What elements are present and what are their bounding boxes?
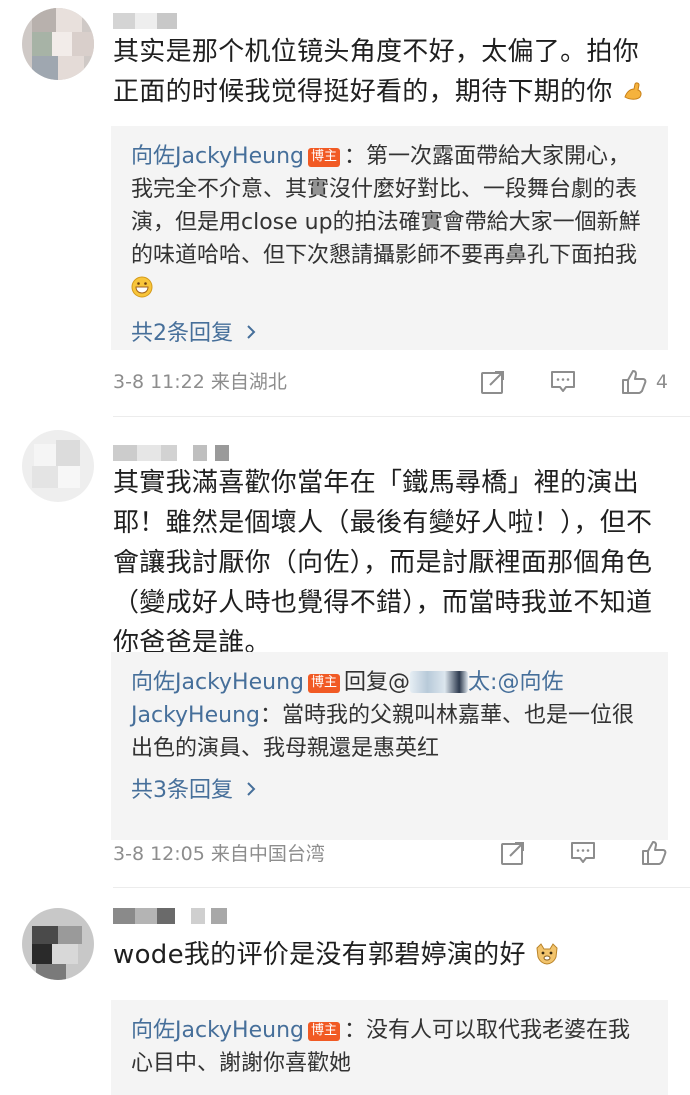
comment-text: wode我的评价是没有郭碧婷演的好 (113, 935, 663, 978)
author-badge: 博主 (307, 1022, 340, 1041)
divider (113, 416, 690, 417)
author-reply-box[interactable]: 向佐JackyHeung 博主 ：没有人可以取代我老婆在我心目中、謝謝你喜歡她 (111, 1000, 668, 1095)
view-replies-link[interactable]: 共3条回复 (131, 777, 648, 805)
comment-button[interactable] (549, 369, 577, 395)
share-icon (501, 842, 524, 865)
share-icon (480, 371, 504, 394)
comment-icon (571, 842, 595, 863)
comment-item: 其实是那个机位镜头角度不好，太偏了。拍你正面的时候我觉得挺好看的，期待下期的你 … (0, 0, 690, 410)
reply-author-link[interactable]: 向佐JackyHeung (131, 1018, 304, 1043)
mentioned-user-obscured[interactable] (410, 671, 469, 693)
like-button[interactable] (640, 839, 668, 867)
divider (113, 887, 690, 888)
comment-item: wode我的评价是没有郭碧婷演的好 向佐JackyHeung 博主 ：没有人可以取代… (0, 890, 690, 1095)
thumbs-up-icon (642, 841, 667, 865)
like-button[interactable]: 4 (620, 368, 668, 396)
comment-button[interactable] (569, 840, 597, 866)
doge-icon (534, 938, 560, 978)
comment-meta: 3-8 12:05 来自中国台湾 (113, 843, 325, 865)
view-replies-link[interactable]: 共2条回复 (131, 320, 648, 348)
chevron-right-icon (246, 777, 256, 805)
reply-text: 向佐JackyHeung 博主 ：没有人可以取代我老婆在我心目中、謝謝你喜歡她 (131, 1018, 631, 1076)
comment-actions (500, 838, 668, 868)
grinning-face-icon (131, 275, 153, 308)
author-badge: 博主 (307, 674, 340, 693)
chevron-right-icon (246, 320, 256, 348)
comment-text: 其實我滿喜歡你當年在「鐵馬尋橋」裡的演出耶！雖然是個壞人（最後有變好人啦！），但… (113, 468, 653, 658)
flexed-biceps-icon (621, 75, 645, 115)
reply-author-link[interactable]: 向佐JackyHeung (131, 670, 304, 695)
author-reply-box[interactable]: 向佐JackyHeung 博主 回复@ 太:@向佐JackyHeung：當時我的父親叫… (111, 652, 668, 840)
comment-text: 其实是那个机位镜头角度不好，太偏了。拍你正面的时候我觉得挺好看的，期待下期的你 (113, 32, 663, 115)
comment-actions: 4 (480, 367, 668, 397)
comment-icon (550, 371, 575, 392)
avatar[interactable] (22, 8, 94, 80)
share-button[interactable] (500, 840, 526, 866)
thumbs-up-icon (621, 370, 647, 394)
reply-author-link[interactable]: 向佐JackyHeung (131, 144, 304, 169)
comment-item: 其實我滿喜歡你當年在「鐵馬尋橋」裡的演出耶！雖然是個壞人（最後有變好人啦！），但… (0, 420, 690, 890)
like-count: 4 (655, 371, 668, 393)
comment-meta: 3-8 11:22 来自湖北 (113, 371, 287, 393)
avatar[interactable] (22, 430, 94, 502)
avatar[interactable] (22, 908, 94, 980)
share-button[interactable] (480, 369, 506, 395)
author-badge: 博主 (307, 148, 340, 167)
reply-text: 向佐JackyHeung 博主 ：第一次露面帶給大家開心，我完全不介意、其實沒什麼好… (131, 140, 648, 308)
author-reply-box[interactable]: 向佐JackyHeung 博主 ：第一次露面帶給大家開心，我完全不介意、其實沒什麼好… (111, 126, 668, 350)
reply-text: 向佐JackyHeung 博主 回复@ 太:@向佐JackyHeung：當時我的父親叫… (131, 670, 635, 761)
